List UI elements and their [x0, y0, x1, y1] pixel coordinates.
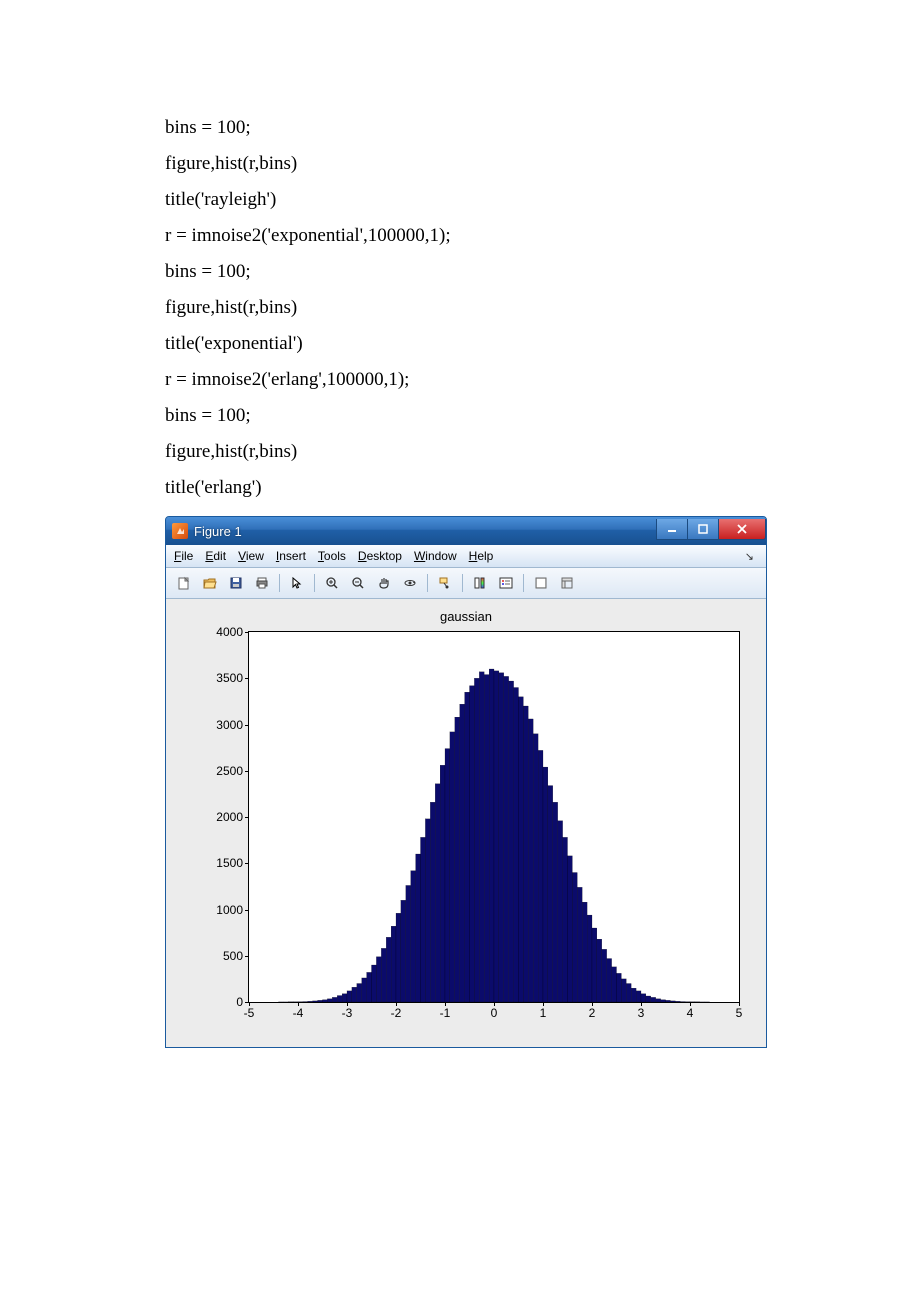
- save-disk-icon: [229, 576, 243, 590]
- insert-legend-button[interactable]: [494, 571, 518, 595]
- figure-canvas: gaussian www.bdocx.com 05001000150020002…: [166, 599, 766, 1047]
- open-button[interactable]: [198, 571, 222, 595]
- arrow-cursor-icon: [290, 576, 304, 590]
- new-file-icon: [177, 576, 191, 590]
- maximize-button[interactable]: [687, 519, 719, 540]
- menu-bar: File Edit View Insert Tools Desktop Wind…: [166, 545, 766, 568]
- edit-plot-button[interactable]: [285, 571, 309, 595]
- save-button[interactable]: [224, 571, 248, 595]
- code-line: title('erlang'): [165, 470, 755, 506]
- new-figure-button[interactable]: [172, 571, 196, 595]
- zoom-out-button[interactable]: [346, 571, 370, 595]
- hide-plot-tools-icon: [534, 576, 548, 590]
- code-block: bins = 100; figure,hist(r,bins) title('r…: [165, 110, 755, 506]
- show-plot-tools-icon: [560, 576, 574, 590]
- dock-arrow-icon[interactable]: ↘: [745, 550, 758, 563]
- histogram-bars: [249, 632, 739, 1002]
- show-plot-tools-button[interactable]: [555, 571, 579, 595]
- legend-icon: [499, 576, 513, 590]
- data-cursor-button[interactable]: [433, 571, 457, 595]
- colorbar-icon: [473, 576, 487, 590]
- rotate-3d-button[interactable]: [398, 571, 422, 595]
- window-titlebar[interactable]: Figure 1: [166, 517, 766, 545]
- menu-desktop[interactable]: Desktop: [358, 549, 402, 563]
- zoom-in-icon: [325, 576, 339, 590]
- insert-colorbar-button[interactable]: [468, 571, 492, 595]
- menu-window[interactable]: Window: [414, 549, 457, 563]
- hand-icon: [377, 576, 391, 590]
- code-line: bins = 100;: [165, 110, 755, 146]
- code-line: figure,hist(r,bins): [165, 290, 755, 326]
- minimize-button[interactable]: [656, 519, 688, 540]
- code-line: figure,hist(r,bins): [165, 434, 755, 470]
- code-line: r = imnoise2('exponential',100000,1);: [165, 218, 755, 254]
- close-button[interactable]: [718, 519, 766, 540]
- menu-help[interactable]: Help: [469, 549, 494, 563]
- figure-toolbar: [166, 568, 766, 599]
- zoom-in-button[interactable]: [320, 571, 344, 595]
- hide-plot-tools-button[interactable]: [529, 571, 553, 595]
- code-line: bins = 100;: [165, 254, 755, 290]
- matlab-logo-icon: [172, 523, 188, 539]
- open-folder-icon: [203, 576, 217, 590]
- chart-title: gaussian: [186, 609, 746, 624]
- code-line: title('exponential'): [165, 326, 755, 362]
- menu-tools[interactable]: Tools: [318, 549, 346, 563]
- menu-insert[interactable]: Insert: [276, 549, 306, 563]
- close-icon: [736, 523, 748, 535]
- maximize-icon: [698, 524, 708, 534]
- minimize-icon: [667, 524, 677, 534]
- menu-edit[interactable]: Edit: [205, 549, 226, 563]
- matlab-figure-window: Figure 1 File Edit View Insert Tools Des…: [165, 516, 767, 1048]
- code-line: title('rayleigh'): [165, 182, 755, 218]
- window-title: Figure 1: [194, 524, 242, 539]
- rotate-3d-icon: [403, 576, 417, 590]
- menu-file[interactable]: File: [174, 549, 193, 563]
- pan-button[interactable]: [372, 571, 396, 595]
- code-line: r = imnoise2('erlang',100000,1);: [165, 362, 755, 398]
- print-button[interactable]: [250, 571, 274, 595]
- code-line: figure,hist(r,bins): [165, 146, 755, 182]
- menu-view[interactable]: View: [238, 549, 264, 563]
- data-cursor-icon: [438, 576, 452, 590]
- chart-axes[interactable]: 05001000150020002500300035004000 -5-4-3-…: [248, 631, 740, 1003]
- zoom-out-icon: [351, 576, 365, 590]
- print-icon: [255, 576, 269, 590]
- code-line: bins = 100;: [165, 398, 755, 434]
